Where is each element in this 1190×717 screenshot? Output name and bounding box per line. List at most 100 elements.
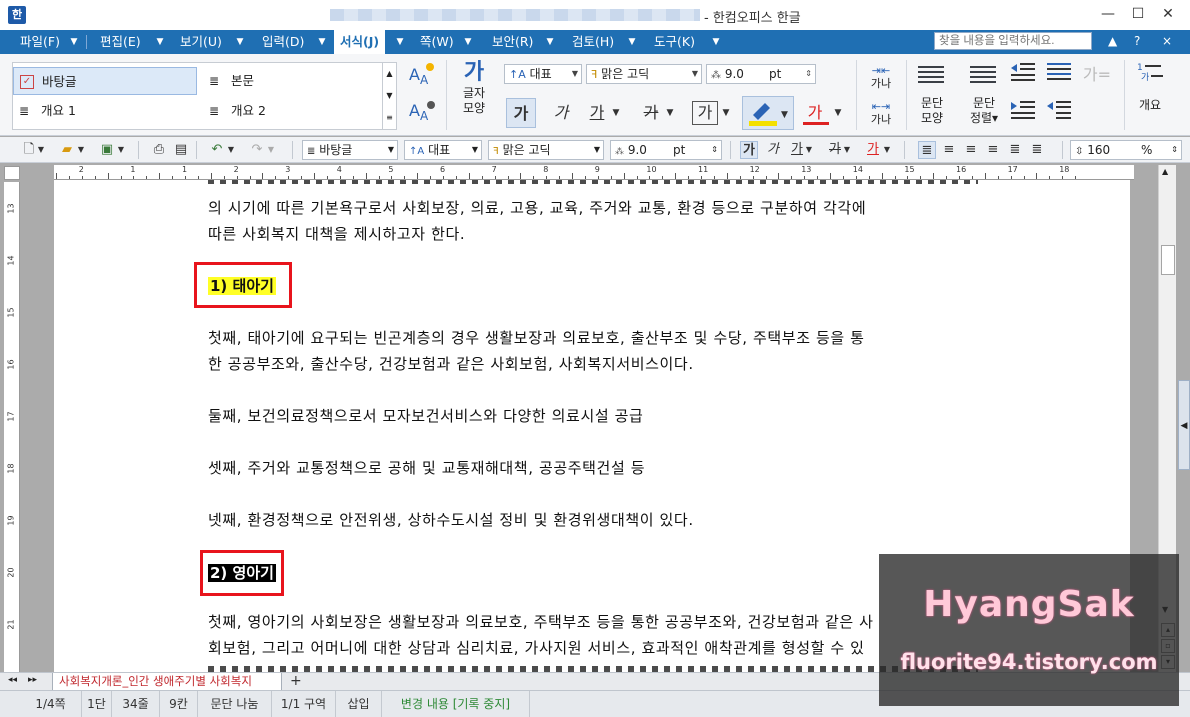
chevron-down-icon[interactable]: ▼	[266, 141, 276, 159]
spacing-narrow-button[interactable]: ⇥⇤ 가나	[864, 64, 898, 90]
font-size-combo[interactable]: ⁂ 9.0 pt ⇕	[706, 64, 816, 84]
outline-button[interactable]: 개요	[1132, 96, 1168, 113]
bold-button[interactable]: 가	[506, 98, 536, 128]
chevron-down-icon[interactable]: ▼	[832, 98, 844, 128]
style-combo[interactable]: ≣ 바탕글 ▼	[302, 140, 398, 160]
scroll-up-icon[interactable]: ▲	[1162, 167, 1168, 176]
bold-button-small[interactable]: 가	[740, 141, 758, 159]
status-track-changes[interactable]: 변경 내용 [기록 중지]	[382, 691, 530, 717]
add-tab-icon[interactable]: +	[290, 673, 302, 690]
chevron-down-icon[interactable]: ▼	[462, 30, 474, 54]
help-icon[interactable]: ?	[1134, 34, 1140, 48]
outdent-icon[interactable]	[1044, 98, 1074, 128]
tab-scroll-left-icon[interactable]: ◂◂	[8, 675, 17, 685]
char-shape-button[interactable]: 가 글자 모양	[452, 60, 496, 116]
menu-insert[interactable]: 입력(D)	[262, 30, 304, 54]
style-edit-icon[interactable]: AA	[404, 96, 438, 128]
chevron-down-icon[interactable]: ▼	[68, 30, 80, 54]
menu-tools[interactable]: 도구(K)	[654, 30, 695, 54]
language-combo-small[interactable]: ↑A 대표 ▼	[404, 140, 482, 160]
chevron-down-icon[interactable]: ▼	[720, 98, 732, 128]
align-split-icon[interactable]: ≣	[1028, 141, 1046, 159]
horizontal-ruler[interactable]: 2 1 1 2 3 4 5 6 7 8 9 10 11 12 13 14 15 16 17 18	[54, 165, 1134, 180]
paragraph-align-button[interactable]: 문단 정렬▾	[962, 96, 1006, 126]
collapse-ribbon-icon[interactable]: ▲	[1108, 34, 1117, 48]
chevron-down-icon[interactable]: ▼	[154, 30, 166, 54]
side-panel-toggle-icon[interactable]: ◀	[1178, 380, 1190, 470]
align-distribute-icon[interactable]: ≣	[1006, 141, 1024, 159]
chevron-down-icon[interactable]: ▼	[842, 141, 852, 159]
language-combo[interactable]: ↑A 대표 ▼	[504, 64, 582, 84]
tab-scroll-right-icon[interactable]: ▸▸	[28, 675, 37, 685]
char-spacing-icon[interactable]: 가=	[1082, 60, 1112, 90]
align-left-icon[interactable]: ≡	[940, 141, 958, 159]
indent-increase-icon[interactable]	[1008, 98, 1038, 128]
menu-review[interactable]: 검토(H)	[572, 30, 614, 54]
print-preview-icon[interactable]: ▤	[172, 141, 190, 159]
underline-button[interactable]: 가	[582, 98, 612, 128]
font-size-combo-small[interactable]: ⁂ 9.0 pt ⇕	[610, 140, 722, 160]
chevron-down-icon[interactable]: ▼	[804, 141, 814, 159]
vertical-ruler[interactable]: 13 14 15 16 17 18 19 20 21	[4, 182, 20, 672]
close-document-icon[interactable]: ×	[1162, 34, 1172, 48]
chevron-down-icon[interactable]: ▼	[626, 30, 638, 54]
font-color-button-small[interactable]: 가	[864, 141, 882, 159]
outline-numbering-icon[interactable]: 1가	[1134, 60, 1166, 90]
hangul-app-icon[interactable]: 한	[8, 6, 26, 24]
menu-file[interactable]: 파일(F)	[20, 30, 60, 54]
align-center-icon[interactable]: ≡	[962, 141, 980, 159]
style-add-icon[interactable]: AA	[404, 60, 438, 90]
redo-icon[interactable]: ↷	[248, 141, 266, 159]
search-input[interactable]	[934, 32, 1092, 50]
chevron-down-icon[interactable]: ▼	[544, 30, 556, 54]
chevron-down-icon[interactable]: ▼	[394, 30, 406, 54]
style-gallery-scroll[interactable]: ▲ ▼ ≡	[382, 63, 396, 129]
stepper-icon[interactable]: ⇕	[805, 65, 812, 83]
font-combo-small[interactable]: ꟻ 맑은 고딕 ▼	[488, 140, 604, 160]
menu-format[interactable]: 서식(J)	[334, 30, 386, 54]
font-color-button[interactable]: 가	[800, 98, 830, 128]
stepper-icon[interactable]: ⇕	[711, 141, 718, 159]
undo-icon[interactable]: ↶	[208, 141, 226, 159]
line-spacing-combo[interactable]: ⇳ 160 % ⇕	[1070, 140, 1182, 160]
minimize-icon[interactable]: —	[1096, 4, 1120, 24]
highlight-color-button[interactable]: ▼	[742, 96, 794, 130]
italic-button[interactable]: 가	[546, 98, 576, 128]
menu-page[interactable]: 쪽(W)	[420, 30, 454, 54]
close-icon[interactable]: ✕	[1156, 4, 1180, 24]
chevron-down-icon[interactable]: ▼	[226, 141, 236, 159]
chevron-down-icon[interactable]: ▼	[36, 141, 46, 159]
chevron-down-icon[interactable]: ▼	[316, 30, 328, 54]
maximize-icon[interactable]: ☐	[1126, 4, 1150, 24]
style-item-outline-1[interactable]: ≣ 개요 1	[13, 97, 197, 125]
chevron-down-icon[interactable]: ▼	[116, 141, 126, 159]
chevron-down-icon[interactable]: ▼	[76, 141, 86, 159]
outline-text-button[interactable]: 가	[692, 101, 718, 125]
indent-decrease-icon[interactable]	[1008, 60, 1038, 90]
italic-button-small[interactable]: 가	[764, 141, 782, 159]
chevron-down-icon[interactable]: ▼	[882, 141, 892, 159]
chevron-down-icon[interactable]: ▼	[710, 30, 722, 54]
spacing-wide-button[interactable]: ⇤⇥ 가나	[864, 100, 898, 126]
align-right-icon[interactable]: ≡	[984, 141, 1002, 159]
style-item-batanggeul[interactable]: ✓ 바탕글	[13, 67, 197, 95]
strikethrough-button[interactable]: 가	[636, 98, 666, 128]
menu-security[interactable]: 보안(R)	[492, 30, 533, 54]
print-icon[interactable]: ⎙	[150, 141, 168, 159]
menu-view[interactable]: 보기(U)	[180, 30, 222, 54]
save-icon[interactable]: ▣	[98, 141, 116, 159]
style-item-outline-2[interactable]: ≣ 개요 2	[203, 97, 383, 125]
menu-edit[interactable]: 편집(E)	[100, 30, 141, 54]
font-combo[interactable]: ꟻ 맑은 고딕 ▼	[586, 64, 702, 84]
chevron-down-icon[interactable]: ▼	[234, 30, 246, 54]
style-item-bonmun[interactable]: ≣ 본문	[203, 67, 383, 95]
tab-current-document[interactable]: 사회복지개론_인간 생애주기별 사회복지	[52, 673, 282, 691]
ruler-corner-button[interactable]	[4, 166, 20, 180]
align-justify-icon[interactable]: ≣	[918, 141, 936, 159]
list-icon[interactable]	[1044, 60, 1074, 90]
chevron-down-icon[interactable]: ▼	[664, 98, 676, 128]
open-folder-icon[interactable]: ▰	[58, 141, 76, 159]
chevron-down-icon[interactable]: ▼	[610, 98, 622, 128]
scroll-thumb[interactable]	[1161, 245, 1175, 275]
stepper-icon[interactable]: ⇕	[1171, 141, 1178, 159]
